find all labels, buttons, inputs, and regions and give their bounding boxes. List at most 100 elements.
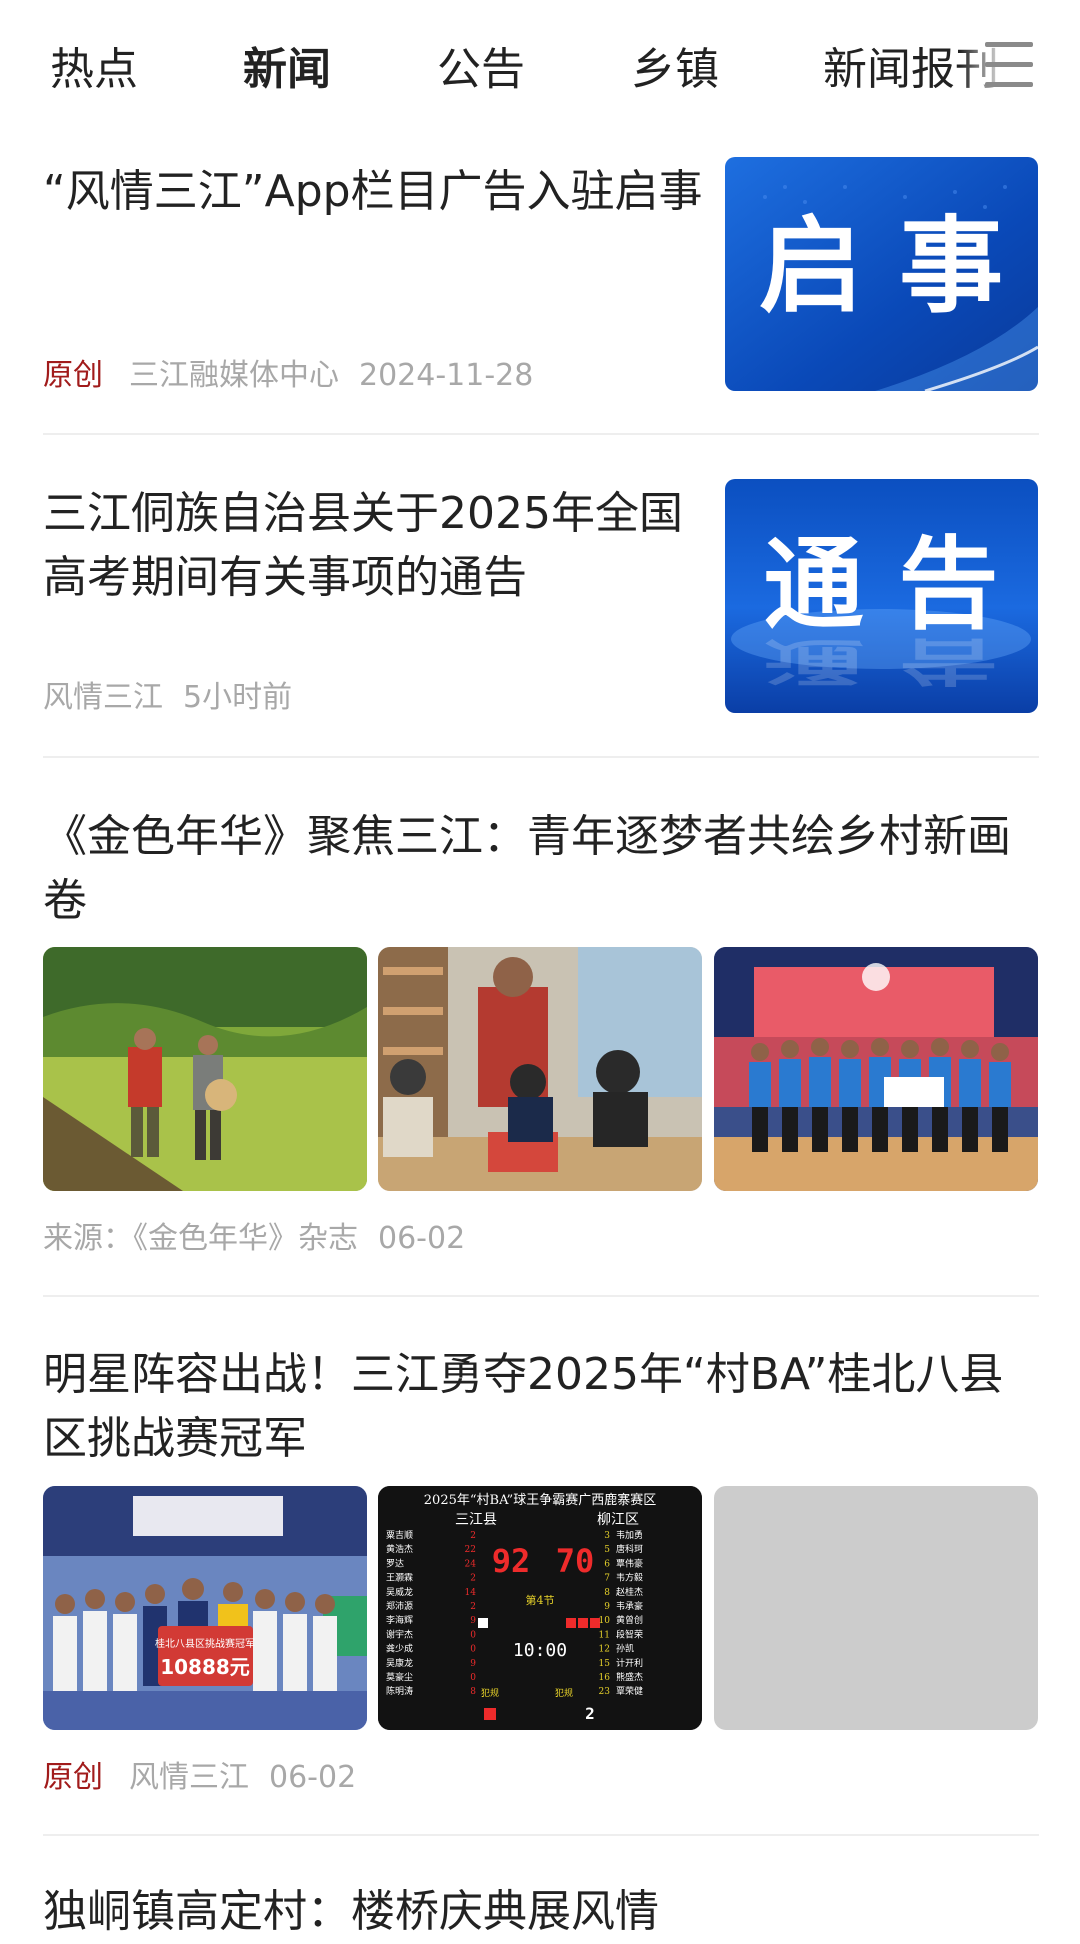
thumb-reflection: 通 告 xyxy=(764,632,999,690)
home-player-points: 2 xyxy=(470,1531,476,1541)
thumb-text: 启 事 xyxy=(759,205,1003,327)
away-player-number: 3 xyxy=(604,1531,610,1541)
home-player-points: 2 xyxy=(470,1574,476,1584)
banner-amount: 10888元 xyxy=(160,1655,250,1679)
news-title: 《金色年华》聚焦三江：青年逐梦者共绘乡村新画卷 xyxy=(43,811,1011,926)
away-player-name: 赵桂杰 xyxy=(616,1586,643,1598)
reading-children-photo[interactable] xyxy=(378,947,702,1191)
game-clock: 10:00 xyxy=(513,1640,567,1661)
away-player-number: 6 xyxy=(604,1559,610,1569)
home-player-name: 龚少成 xyxy=(386,1643,413,1655)
news-item[interactable]: 明星阵容出战！三江勇夺2025年“村BA”桂北八县区挑战赛冠军 xyxy=(43,1343,1039,1471)
period: 第4节 xyxy=(526,1593,555,1607)
home-player-name: 王灏霖 xyxy=(386,1572,413,1584)
home-player-points: 8 xyxy=(470,1687,476,1697)
news-thumbnail[interactable]: 通 告 通 告 xyxy=(725,479,1038,713)
home-player-name: 陈明涛 xyxy=(386,1685,413,1697)
home-player-name: 黄浩杰 xyxy=(386,1543,413,1555)
original-tag: 原创 xyxy=(43,1760,103,1795)
home-player-points: 2 xyxy=(470,1602,476,1612)
tab-news[interactable]: 新闻 xyxy=(243,40,331,100)
away-player-name: 韦加勇 xyxy=(616,1530,643,1541)
away-player-number: 15 xyxy=(599,1659,611,1669)
banner-title: 桂北八县区挑战赛冠军 xyxy=(155,1637,255,1650)
home-team: 三江县 xyxy=(455,1512,497,1528)
home-player-name: 罗达 xyxy=(386,1557,404,1569)
away-fouls: 2 xyxy=(585,1704,595,1723)
home-player-name: 莫豪尘 xyxy=(386,1671,413,1683)
news-item[interactable]: 《金色年华》聚焦三江：青年逐梦者共绘乡村新画卷 xyxy=(43,805,1039,933)
home-fouls-label: 犯规 xyxy=(481,1688,499,1699)
away-player-name: 段智荣 xyxy=(616,1628,643,1640)
news-source: 三江融媒体中心 xyxy=(129,358,339,393)
away-player-name: 唐科珂 xyxy=(616,1543,643,1555)
hamburger-menu-icon[interactable] xyxy=(985,40,1035,90)
away-team: 柳江区 xyxy=(597,1511,639,1528)
champion-team-photo[interactable]: 桂北八县区挑战赛冠军 10888元 xyxy=(43,1486,367,1730)
placeholder-photo[interactable] xyxy=(714,1486,1038,1730)
home-player-name: 郑沛源 xyxy=(386,1600,413,1612)
rice-field-photo[interactable] xyxy=(43,947,367,1191)
away-player-name: 黄曾创 xyxy=(616,1614,643,1626)
news-time: 2024-11-28 xyxy=(359,358,534,393)
tab-announcement[interactable]: 公告 xyxy=(437,40,525,100)
news-title: 独峒镇高定村：楼桥庆典展风情 xyxy=(43,1886,659,1937)
news-source: 风情三江 xyxy=(129,1760,249,1795)
divider xyxy=(43,1834,1039,1836)
tab-hot[interactable]: 热点 xyxy=(50,40,138,100)
news-thumbnail[interactable]: 启 事 xyxy=(725,157,1038,391)
divider xyxy=(43,433,1039,435)
home-score: 92 xyxy=(492,1542,531,1580)
away-score: 70 xyxy=(556,1542,595,1580)
away-player-name: 熊盛杰 xyxy=(616,1671,643,1683)
home-player-points: 22 xyxy=(465,1545,476,1555)
home-player-points: 0 xyxy=(470,1673,476,1683)
away-player-name: 覃荣健 xyxy=(616,1685,643,1697)
home-player-name: 谢宇杰 xyxy=(386,1628,413,1640)
away-player-number: 23 xyxy=(599,1687,611,1697)
top-tab-bar: 热点 新闻 公告 乡镇 新闻报刊 xyxy=(0,0,1080,140)
away-player-number: 9 xyxy=(604,1602,610,1612)
away-player-number: 5 xyxy=(604,1545,610,1555)
away-player-number: 10 xyxy=(599,1616,611,1626)
divider xyxy=(43,756,1039,758)
home-player-name: 吴康龙 xyxy=(386,1657,413,1669)
home-player-points: 0 xyxy=(470,1645,476,1655)
news-item[interactable]: 独峒镇高定村：楼桥庆典展风情 xyxy=(43,1880,1039,1944)
away-fouls-label: 犯规 xyxy=(555,1688,573,1699)
news-source: 来源：《金色年华》杂志 xyxy=(43,1221,358,1256)
scoreboard-photo[interactable]: 2025年“村BA”球王争霸赛广西鹿寨赛区 三江县 柳江区 92 70 第4节 … xyxy=(378,1486,702,1730)
news-item[interactable]: “风情三江”App栏目广告入驻启事 xyxy=(43,160,703,224)
news-meta: 来源：《金色年华》杂志 06-02 xyxy=(43,1213,465,1257)
news-title: 明星阵容出战！三江勇夺2025年“村BA”桂北八县区挑战赛冠军 xyxy=(43,1349,1004,1464)
news-item[interactable]: 三江侗族自治县关于2025年全国高考期间有关事项的通告 xyxy=(43,482,703,610)
tab-township[interactable]: 乡镇 xyxy=(631,40,719,100)
home-player-points: 14 xyxy=(465,1588,477,1598)
home-player-points: 24 xyxy=(465,1559,477,1569)
news-time: 06-02 xyxy=(378,1221,466,1256)
home-player-points: 9 xyxy=(470,1616,476,1626)
away-player-name: 韦方毅 xyxy=(616,1572,643,1584)
news-meta: 原创 三江融媒体中心 2024-11-28 xyxy=(43,350,533,394)
original-tag: 原创 xyxy=(43,358,103,393)
away-player-number: 8 xyxy=(604,1588,610,1598)
news-meta: 原创 风情三江 06-02 xyxy=(43,1752,356,1796)
news-time: 06-02 xyxy=(269,1760,357,1795)
away-player-name: 覃伟豪 xyxy=(616,1557,643,1569)
scoreboard-header: 2025年“村BA”球王争霸赛广西鹿寨赛区 xyxy=(424,1492,656,1508)
team-award-photo[interactable] xyxy=(714,947,1038,1191)
away-player-number: 12 xyxy=(599,1645,610,1655)
away-player-number: 7 xyxy=(604,1574,610,1584)
home-player-points: 9 xyxy=(470,1659,476,1669)
home-player-name: 粟吉顺 xyxy=(386,1530,413,1541)
home-player-name: 李海辉 xyxy=(386,1614,413,1626)
news-source: 风情三江 xyxy=(43,680,163,715)
away-player-number: 11 xyxy=(599,1630,610,1640)
away-player-number: 16 xyxy=(599,1673,611,1683)
news-time: 5小时前 xyxy=(183,680,293,715)
home-player-name: 吴威龙 xyxy=(386,1586,413,1598)
news-title: 三江侗族自治县关于2025年全国高考期间有关事项的通告 xyxy=(43,488,683,603)
away-player-name: 韦承豪 xyxy=(616,1600,643,1612)
thumb-text: 通 告 xyxy=(764,526,999,643)
divider xyxy=(43,1295,1039,1297)
